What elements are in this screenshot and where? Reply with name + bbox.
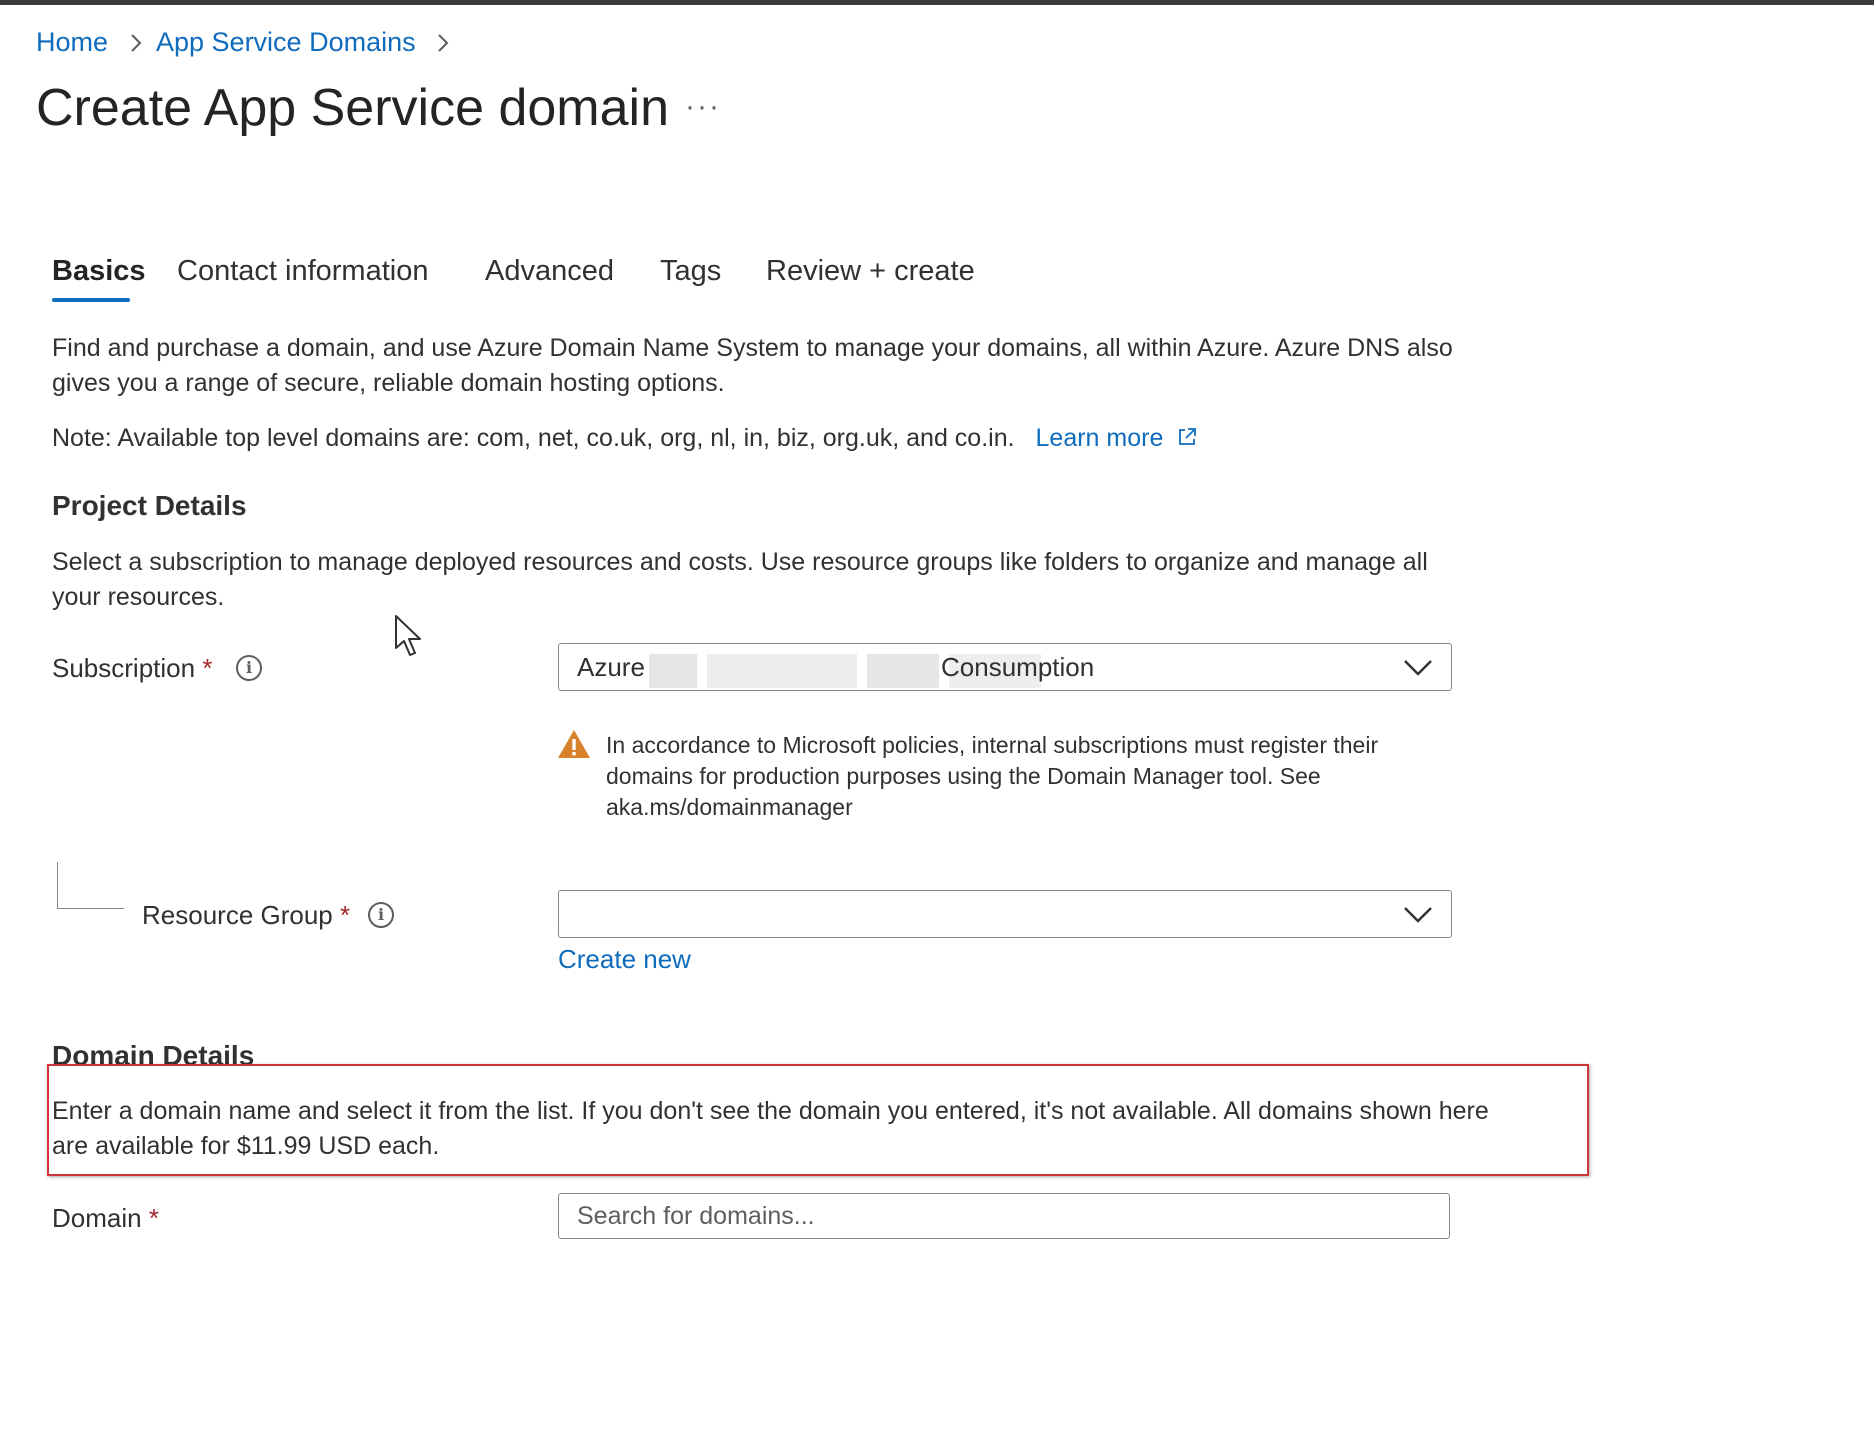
tab-tags[interactable]: Tags	[660, 253, 721, 289]
breadcrumb-home[interactable]: Home	[36, 26, 108, 58]
create-new-resource-group-link[interactable]: Create new	[558, 943, 691, 975]
subscription-label: Subscription *	[52, 652, 212, 684]
tab-advanced[interactable]: Advanced	[485, 253, 614, 289]
intro-description: Find and purchase a domain, and use Azur…	[52, 334, 1453, 397]
redacted-region	[867, 654, 939, 688]
resource-group-label-text: Resource Group	[142, 900, 333, 930]
tld-note-text: Note: Available top level domains are: c…	[52, 424, 1015, 452]
redacted-region	[707, 654, 857, 688]
domain-search-input[interactable]	[558, 1193, 1450, 1239]
warning-icon	[558, 730, 590, 758]
resource-group-label: Resource Group *	[142, 899, 350, 931]
subscription-label-text: Subscription	[52, 653, 196, 683]
info-icon[interactable]: i	[236, 655, 262, 681]
subscription-value-suffix: Consumption	[941, 652, 1095, 682]
subscription-dropdown[interactable]: Azure Consumption	[558, 643, 1452, 691]
page-title: Create App Service domain	[36, 79, 670, 137]
tree-connector	[57, 862, 124, 909]
info-icon[interactable]: i	[368, 902, 394, 928]
required-indicator: *	[340, 900, 351, 930]
tab-basics[interactable]: Basics	[52, 253, 146, 289]
project-details-heading: Project Details	[52, 490, 247, 521]
chevron-right-icon	[131, 34, 142, 52]
chevron-down-icon	[1404, 660, 1432, 676]
required-indicator: *	[202, 653, 213, 683]
redacted-region	[649, 654, 697, 688]
learn-more-link[interactable]: Learn more	[1036, 424, 1164, 452]
tab-contact-information[interactable]: Contact information	[177, 253, 428, 289]
subscription-value: Azure	[577, 652, 645, 682]
external-link-icon	[1179, 428, 1197, 445]
tab-review-create[interactable]: Review + create	[766, 253, 975, 289]
subscription-warning-message: In accordance to Microsoft policies, int…	[606, 732, 1379, 820]
project-details-description: Select a subscription to manage deployed…	[52, 548, 1428, 611]
chevron-right-icon	[438, 34, 449, 52]
domain-label-text: Domain	[52, 1203, 142, 1233]
required-indicator: *	[148, 1203, 159, 1233]
top-border	[0, 0, 1874, 5]
resource-group-dropdown[interactable]	[558, 890, 1452, 938]
breadcrumb-app-service-domains[interactable]: App Service Domains	[156, 26, 416, 58]
active-tab-indicator	[52, 298, 130, 302]
chevron-down-icon	[1404, 907, 1432, 923]
domain-details-description: Enter a domain name and select it from t…	[52, 1097, 1489, 1160]
mouse-pointer-icon	[395, 615, 421, 656]
domain-label: Domain *	[52, 1202, 159, 1234]
more-options-button[interactable]: ···	[685, 92, 721, 122]
tld-note: Note: Available top level domains are: c…	[52, 421, 1198, 456]
